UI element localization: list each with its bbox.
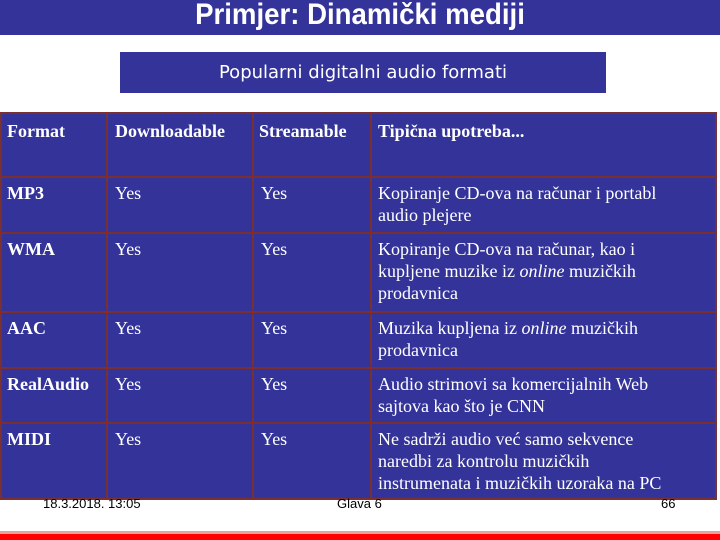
usage-text: muzičkih <box>566 318 638 338</box>
header-streamable: Streamable <box>259 121 347 141</box>
row-divider <box>2 311 715 313</box>
cell-streamable: Yes <box>261 239 288 259</box>
cell-usage: Muzika kupljena iz online muzičkih prodav… <box>378 317 638 361</box>
cell-format: MP3 <box>7 183 44 203</box>
usage-text: Muzika kupljena iz <box>378 318 522 338</box>
usage-text: Kopiranje CD-ova na računar i portabl <box>378 183 657 203</box>
usage-line: Audio strimovi sa komercijalnih Web <box>378 373 648 395</box>
cell-downloadable: Yes <box>115 318 142 338</box>
cell-downloadable: Yes <box>115 374 142 394</box>
usage-line: audio plejere <box>378 204 656 226</box>
row-divider <box>2 367 715 369</box>
footer-page-number: 66 <box>661 496 676 511</box>
usage-line: kupljene muzike iz online muzičkih <box>378 260 636 282</box>
cell-streamable: Yes <box>261 183 288 203</box>
usage-line: Ne sadrži audio već samo sekvence <box>378 428 661 450</box>
cell-usage: Audio strimovi sa komercijalnih Web sajto… <box>378 373 648 417</box>
cell-downloadable: Yes <box>115 429 142 449</box>
usage-line: sajtova kao što je CNN <box>378 395 648 417</box>
row-divider <box>2 422 715 424</box>
cell-format: RealAudio <box>7 374 90 394</box>
usage-text: audio plejere <box>378 205 472 225</box>
usage-line: Muzika kupljena iz online muzičkih <box>378 317 638 339</box>
column-divider <box>252 114 254 498</box>
usage-line: prodavnica <box>378 339 638 361</box>
usage-text: naredbi za kontrolu muzičkih <box>378 451 590 471</box>
cell-format: WMA <box>7 239 55 259</box>
cell-streamable: Yes <box>261 318 288 338</box>
row-divider <box>2 232 715 234</box>
usage-text: Audio strimovi sa komercijalnih Web <box>378 374 649 394</box>
usage-text: prodavnica <box>378 283 458 303</box>
usage-text: prodavnica <box>378 340 458 360</box>
usage-line: naredbi za kontrolu muzičkih <box>378 450 661 472</box>
header-downloadable: Downloadable <box>115 121 226 141</box>
column-divider <box>106 114 108 498</box>
footer-chapter: Glava 6 <box>337 496 382 511</box>
cell-usage: Ne sadrži audio već samo sekvence naredbi… <box>378 428 661 494</box>
usage-line: prodavnica <box>378 282 636 304</box>
slide-title: Primjer: Dinamički mediji <box>195 0 525 31</box>
usage-text: muzičkih <box>564 261 636 281</box>
row-divider <box>2 176 715 178</box>
slide-subtitle: Popularni digitalni audio formati <box>120 52 606 93</box>
cell-downloadable: Yes <box>115 239 142 259</box>
usage-emphasis: online <box>521 318 567 338</box>
cell-format: AAC <box>7 318 46 338</box>
usage-text: kupljene muzike iz <box>378 261 520 281</box>
usage-emphasis: online <box>519 261 565 281</box>
bottom-accent-bar <box>0 534 720 540</box>
cell-usage: Kopiranje CD-ova na računar, kao i kuplje… <box>378 238 636 304</box>
usage-line: Kopiranje CD-ova na računar, kao i <box>378 238 636 260</box>
header-usage: Tipična upotreba... <box>378 121 525 141</box>
usage-text: instrumenata i muzičkih uzoraka na PC <box>378 473 662 493</box>
header-format: Format <box>7 121 65 141</box>
audio-formats-table: Format Downloadable Streamable Tipična u… <box>0 112 717 500</box>
column-divider <box>370 114 372 498</box>
usage-text: sajtova kao što je CNN <box>378 396 545 416</box>
title-bar: Primjer: Dinamički mediji <box>0 0 720 35</box>
usage-text: Kopiranje CD-ova na računar, kao i <box>378 239 636 259</box>
cell-format: MIDI <box>7 429 51 449</box>
usage-line: Kopiranje CD-ova na računar i portabl <box>378 182 656 204</box>
usage-text: Ne sadrži audio već samo sekvence <box>378 429 634 449</box>
footer-date: 18.3.2018. 13:05 <box>43 496 141 511</box>
cell-streamable: Yes <box>261 429 288 449</box>
usage-line: instrumenata i muzičkih uzoraka na PC <box>378 472 661 494</box>
cell-usage: Kopiranje CD-ova na računar i portabl aud… <box>378 182 656 226</box>
cell-downloadable: Yes <box>115 183 142 203</box>
cell-streamable: Yes <box>261 374 288 394</box>
